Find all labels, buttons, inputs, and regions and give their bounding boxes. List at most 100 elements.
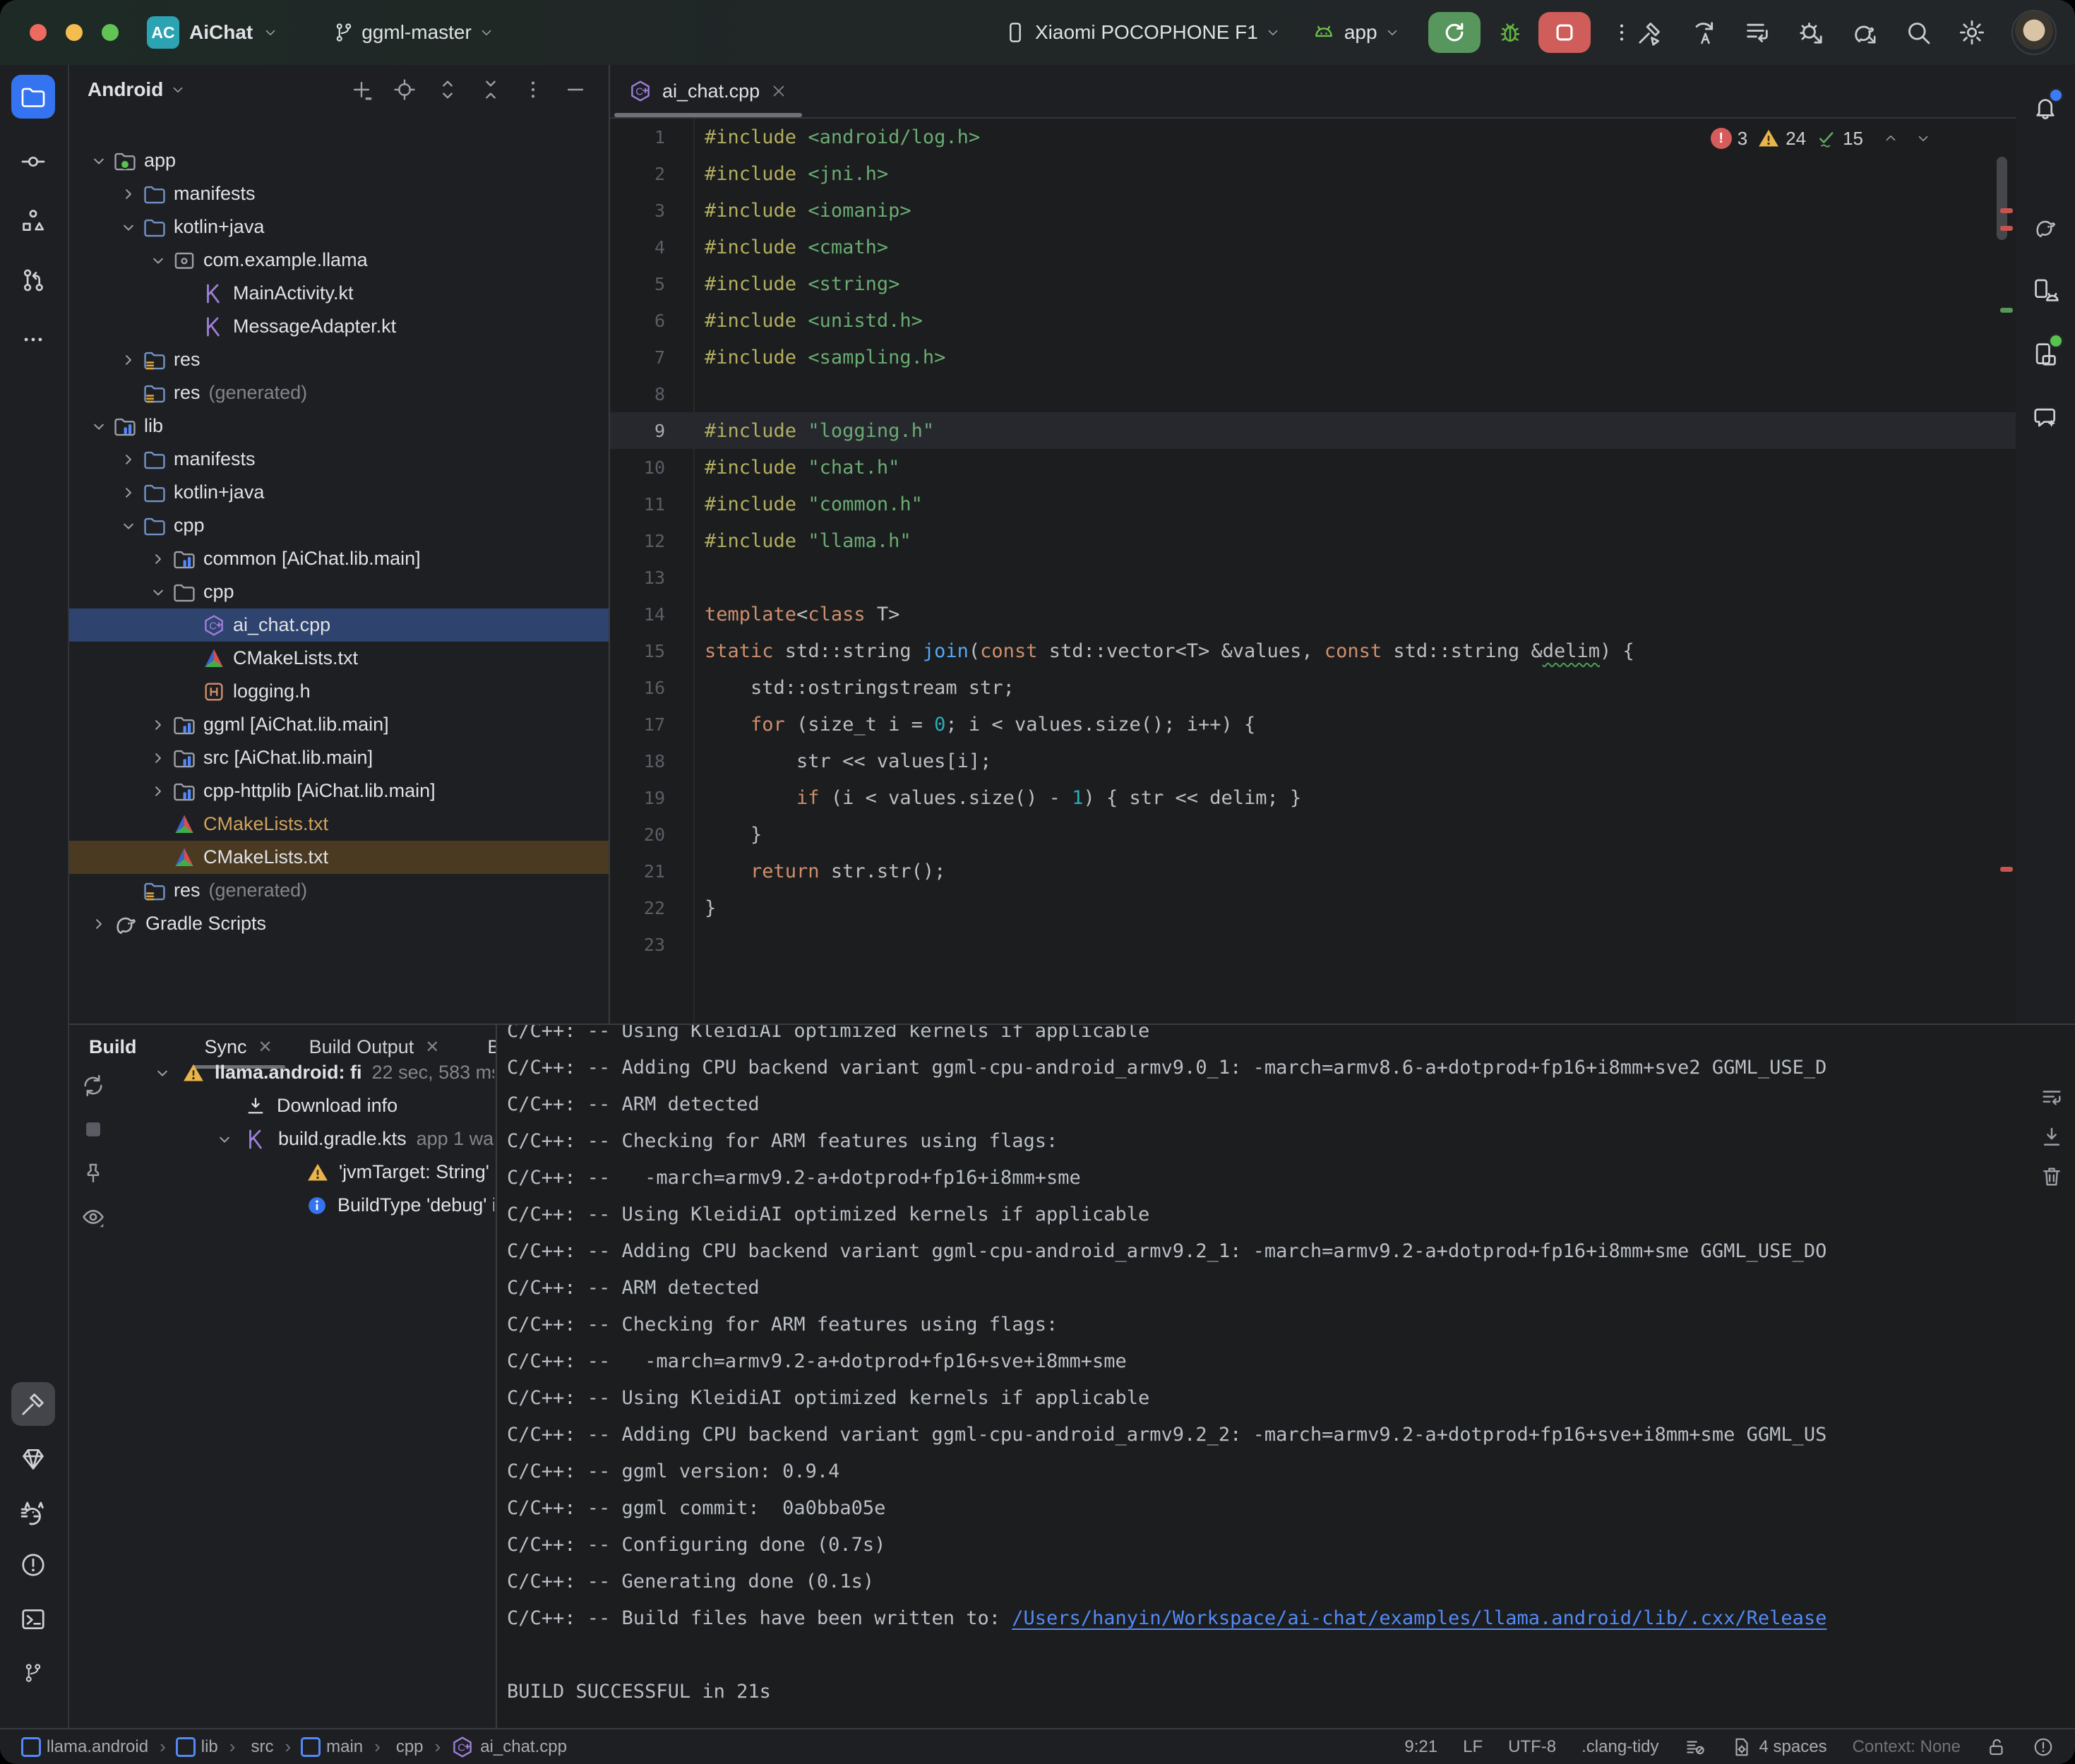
user-avatar[interactable] — [2011, 10, 2057, 55]
sync-tree-row[interactable]: BuildType 'debug' is both de — [121, 1189, 494, 1222]
hide-panel-icon[interactable] — [563, 78, 587, 102]
expand-toggle[interactable] — [205, 1129, 244, 1149]
lock-open-icon[interactable] — [1986, 1736, 2007, 1758]
expand-toggle[interactable] — [145, 715, 171, 735]
warnings-count[interactable]: 24 — [1757, 127, 1806, 150]
locate-file-icon[interactable] — [393, 78, 417, 102]
close-tab-icon[interactable]: ✕ — [425, 1037, 439, 1057]
prev-problem-icon[interactable] — [1883, 131, 1898, 146]
sync-tree-row[interactable]: Download info — [121, 1089, 494, 1122]
expand-toggle[interactable] — [116, 516, 141, 536]
expand-toggle[interactable] — [145, 748, 171, 768]
view-options-icon[interactable] — [79, 1203, 107, 1231]
error-stripe-mark[interactable] — [2000, 226, 2013, 231]
expand-toggle[interactable] — [116, 450, 141, 469]
clang-tidy-indicator[interactable]: .clang-tidy — [1581, 1737, 1658, 1757]
tree-row[interactable]: cpp-httplib [AiChat.lib.main] — [69, 774, 609, 808]
device-manager-tool-button[interactable] — [2028, 274, 2062, 308]
scroll-to-end-icon[interactable] — [2040, 1125, 2064, 1149]
version-control-tool-button[interactable] — [11, 1651, 55, 1695]
tree-row[interactable]: MessageAdapter.kt — [69, 310, 609, 343]
device-selector[interactable]: Xiaomi POCOPHONE F1 — [1035, 21, 1258, 44]
tree-row[interactable]: kotlin+java — [69, 476, 609, 509]
expand-toggle[interactable] — [145, 251, 171, 270]
project-tool-button[interactable] — [11, 75, 55, 119]
expand-toggle[interactable] — [116, 217, 141, 237]
settings-gear-icon[interactable] — [1958, 18, 1986, 47]
line-ending-indicator[interactable]: LF — [1463, 1737, 1483, 1757]
minimize-window-button[interactable] — [66, 24, 83, 41]
project-view-selector[interactable]: Android — [88, 78, 163, 101]
running-devices-tool-button[interactable] — [2028, 337, 2062, 371]
tree-row[interactable]: cpp — [69, 575, 609, 608]
breadcrumb-item[interactable]: main › — [301, 1736, 386, 1758]
tree-row[interactable]: src [AiChat.lib.main] — [69, 741, 609, 774]
sync-tree-row[interactable]: 'jvmTarget: String' is deprec — [121, 1156, 494, 1189]
rerun-button[interactable] — [1428, 12, 1481, 53]
expand-toggle[interactable] — [145, 781, 171, 801]
tree-row[interactable]: Gradle Scripts — [69, 907, 609, 940]
re-sync-icon[interactable] — [79, 1072, 107, 1100]
collapse-all-icon[interactable] — [479, 78, 503, 102]
more-tools-button[interactable] — [11, 318, 55, 361]
add-icon[interactable] — [349, 78, 373, 102]
tree-row[interactable]: cpp — [69, 509, 609, 542]
logcat-tool-button[interactable] — [11, 1492, 55, 1535]
project-selector[interactable]: AiChat — [189, 21, 253, 44]
clear-console-icon[interactable] — [2040, 1165, 2064, 1189]
tree-row[interactable]: res — [69, 343, 609, 376]
stop-button[interactable] — [1538, 12, 1591, 53]
passed-checks-count[interactable]: 15 — [1816, 128, 1863, 150]
alert-circle-icon[interactable] — [2033, 1736, 2054, 1758]
pull-requests-tool-button[interactable] — [11, 258, 55, 302]
more-run-actions-button[interactable] — [1610, 21, 1633, 44]
search-icon[interactable] — [1904, 18, 1932, 47]
soft-wrap-icon[interactable] — [2040, 1086, 2064, 1110]
context-indicator[interactable]: Context: None — [1853, 1737, 1961, 1757]
breadcrumb-item[interactable]: lib › — [176, 1736, 241, 1758]
notifications-tool-button[interactable] — [2028, 90, 2062, 124]
error-stripe-mark[interactable] — [2000, 208, 2013, 213]
build-run-hammer-icon[interactable] — [1636, 18, 1664, 47]
breadcrumb-item[interactable]: cpp › — [390, 1736, 446, 1758]
expand-toggle[interactable] — [86, 416, 112, 436]
close-window-button[interactable] — [30, 24, 47, 41]
tree-row[interactable]: kotlin+java — [69, 210, 609, 244]
commit-tool-button[interactable] — [11, 140, 55, 184]
tree-row[interactable]: com.example.llama — [69, 244, 609, 277]
zoom-window-button[interactable] — [102, 24, 119, 41]
tree-row[interactable]: MainActivity.kt — [69, 277, 609, 310]
gradle-sync-icon[interactable] — [1850, 18, 1879, 47]
tree-row[interactable]: C ai_chat.cpp — [69, 608, 609, 642]
app-insights-tool-button[interactable] — [11, 1437, 55, 1481]
apply-changes-icon[interactable] — [1690, 18, 1718, 47]
expand-toggle[interactable] — [116, 184, 141, 204]
expand-toggle[interactable] — [145, 549, 171, 569]
sync-tree-row[interactable]: build.gradle.kts app 1 warning — [121, 1122, 494, 1156]
breadcrumb-item[interactable]: src › — [245, 1736, 297, 1758]
sync-tree-row[interactable]: llama.android: fi 22 sec, 583 ms — [121, 1056, 494, 1089]
expand-all-icon[interactable] — [436, 78, 460, 102]
expand-toggle[interactable] — [116, 483, 141, 503]
stop-sync-icon[interactable] — [79, 1115, 107, 1144]
formatter-off-icon[interactable] — [1685, 1736, 1706, 1758]
tree-row[interactable]: manifests — [69, 177, 609, 210]
build-console[interactable]: C/C++: -- Using KleidiAI optimized kerne… — [496, 1025, 2075, 1729]
gemini-tool-button[interactable] — [2028, 401, 2062, 435]
expand-toggle[interactable] — [145, 582, 171, 602]
build-tool-button[interactable] — [11, 1382, 55, 1426]
panel-options-icon[interactable] — [522, 78, 544, 102]
close-tab-icon[interactable] — [770, 82, 788, 100]
pin-icon[interactable] — [79, 1159, 107, 1187]
attach-debugger-icon[interactable] — [1797, 18, 1825, 47]
next-problem-icon[interactable] — [1915, 131, 1931, 146]
structure-tool-button[interactable] — [11, 199, 55, 243]
tree-row[interactable]: res (generated) — [69, 874, 609, 907]
tree-row[interactable]: manifests — [69, 443, 609, 476]
close-tab-icon[interactable]: ✕ — [258, 1037, 273, 1057]
error-stripe-mark[interactable] — [2000, 867, 2013, 872]
expand-toggle[interactable] — [86, 151, 112, 171]
problems-tool-button[interactable] — [11, 1543, 55, 1587]
breadcrumb-item[interactable]: C ai_chat.cpp › — [450, 1735, 567, 1759]
terminal-tool-button[interactable] — [11, 1597, 55, 1641]
